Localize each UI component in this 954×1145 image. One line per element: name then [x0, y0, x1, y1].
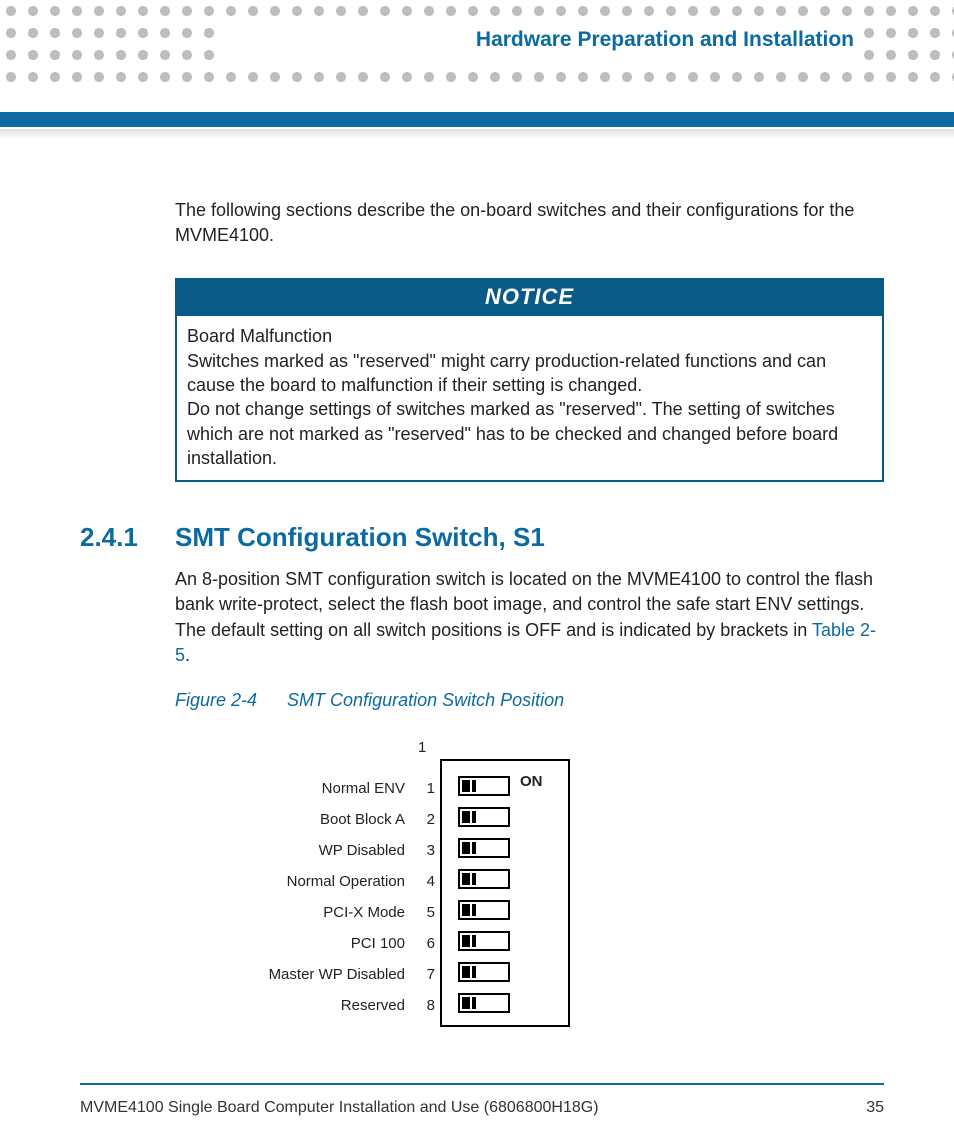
section-body: An 8-position SMT configuration switch i… [175, 567, 884, 668]
page-footer: MVME4100 Single Board Computer Installat… [80, 1099, 884, 1117]
footer-doc-title: MVME4100 Single Board Computer Installat… [80, 1099, 599, 1117]
switch-index: 1 [415, 773, 435, 804]
dip-switch-icon [458, 869, 510, 889]
switch-index: 5 [415, 897, 435, 928]
dip-switch-icon [458, 838, 510, 858]
notice-line: Switches marked as "reserved" might carr… [187, 349, 872, 398]
section-heading-row: 2.4.1 SMT Configuration Switch, S1 [80, 522, 884, 553]
dip-switch-icon [458, 931, 510, 951]
switch-label: PCI 100 [250, 928, 405, 959]
switch-index: 6 [415, 928, 435, 959]
switch-index: 4 [415, 866, 435, 897]
switch-label: Normal Operation [250, 866, 405, 897]
page-number: 35 [866, 1099, 884, 1117]
switch-label: PCI-X Mode [250, 897, 405, 928]
dip-switch-icon [458, 900, 510, 920]
switch-label: Master WP Disabled [250, 959, 405, 990]
switch-index: 2 [415, 804, 435, 835]
switch-index: 7 [415, 959, 435, 990]
section-body-text: An 8-position SMT configuration switch i… [175, 569, 873, 639]
switch-index: 3 [415, 835, 435, 866]
dip-switch-icon [458, 993, 510, 1013]
switch-label: Boot Block A [250, 804, 405, 835]
switch-index: 8 [415, 990, 435, 1021]
footer-rule [80, 1083, 884, 1085]
switch-diagram: 1 Normal ENV Boot Block A WP Disabled No… [250, 731, 884, 1051]
notice-line: Board Malfunction [187, 324, 872, 348]
section-title: SMT Configuration Switch, S1 [175, 522, 545, 553]
chapter-title: Hardware Preparation and Installation [476, 28, 854, 52]
header-rule [0, 112, 954, 127]
intro-paragraph: The following sections describe the on-b… [175, 198, 884, 248]
switch-label: Normal ENV [250, 773, 405, 804]
switch-label: Reserved [250, 990, 405, 1021]
notice-box: NOTICE Board Malfunction Switches marked… [175, 278, 884, 482]
switch-labels-column: Normal ENV Boot Block A WP Disabled Norm… [250, 773, 405, 1021]
section-body-text: . [185, 645, 190, 665]
dip-switch-package [440, 759, 570, 1027]
dip-switch-icon [458, 776, 510, 796]
switch-index-column: 1 2 3 4 5 6 7 8 [415, 773, 435, 1021]
pin-1-indicator: 1 [418, 739, 426, 756]
notice-line: Do not change settings of switches marke… [187, 397, 872, 470]
figure-title: SMT Configuration Switch Position [287, 690, 564, 710]
notice-heading: NOTICE [177, 280, 882, 316]
notice-body: Board Malfunction Switches marked as "re… [177, 316, 882, 480]
dip-switch-icon [458, 962, 510, 982]
section-number: 2.4.1 [80, 522, 175, 553]
figure-number: Figure 2-4 [175, 690, 257, 710]
switch-label: WP Disabled [250, 835, 405, 866]
dip-switch-icon [458, 807, 510, 827]
figure-caption: Figure 2-4 SMT Configuration Switch Posit… [175, 690, 884, 711]
